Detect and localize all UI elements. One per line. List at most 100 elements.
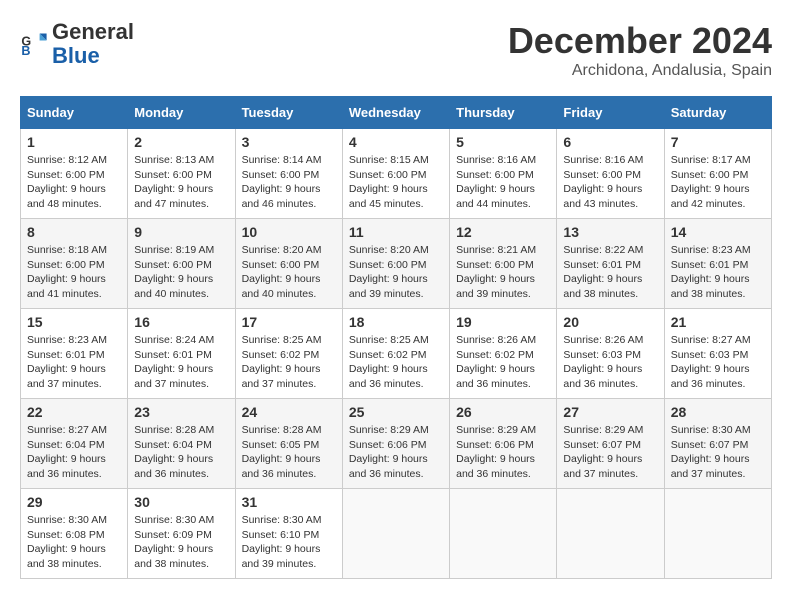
day-number: 20 [563,314,657,330]
day-number: 31 [242,494,336,510]
day-number: 19 [456,314,550,330]
day-number: 1 [27,134,121,150]
page-header: G B General Blue December 2024 Archidona… [20,20,772,80]
table-row: 17 Sunrise: 8:25 AMSunset: 6:02 PMDaylig… [235,309,342,399]
table-row: 8 Sunrise: 8:18 AMSunset: 6:00 PMDayligh… [21,219,128,309]
day-number: 26 [456,404,550,420]
table-row: 5 Sunrise: 8:16 AMSunset: 6:00 PMDayligh… [450,129,557,219]
day-detail: Sunrise: 8:30 AMSunset: 6:08 PMDaylight:… [27,513,121,572]
table-row: 3 Sunrise: 8:14 AMSunset: 6:00 PMDayligh… [235,129,342,219]
table-row [664,489,771,579]
day-detail: Sunrise: 8:20 AMSunset: 6:00 PMDaylight:… [242,243,336,302]
table-row: 30 Sunrise: 8:30 AMSunset: 6:09 PMDaylig… [128,489,235,579]
day-detail: Sunrise: 8:23 AMSunset: 6:01 PMDaylight:… [27,333,121,392]
table-row: 21 Sunrise: 8:27 AMSunset: 6:03 PMDaylig… [664,309,771,399]
table-row: 15 Sunrise: 8:23 AMSunset: 6:01 PMDaylig… [21,309,128,399]
table-row: 1 Sunrise: 8:12 AMSunset: 6:00 PMDayligh… [21,129,128,219]
svg-text:B: B [21,44,30,58]
table-row: 12 Sunrise: 8:21 AMSunset: 6:00 PMDaylig… [450,219,557,309]
table-row: 16 Sunrise: 8:24 AMSunset: 6:01 PMDaylig… [128,309,235,399]
day-detail: Sunrise: 8:30 AMSunset: 6:09 PMDaylight:… [134,513,228,572]
title-section: December 2024 Archidona, Andalusia, Spai… [508,20,772,80]
day-number: 23 [134,404,228,420]
day-detail: Sunrise: 8:26 AMSunset: 6:02 PMDaylight:… [456,333,550,392]
table-row: 7 Sunrise: 8:17 AMSunset: 6:00 PMDayligh… [664,129,771,219]
table-row: 24 Sunrise: 8:28 AMSunset: 6:05 PMDaylig… [235,399,342,489]
logo-line2: Blue [52,44,134,68]
header-friday: Friday [557,97,664,129]
day-number: 9 [134,224,228,240]
calendar-week-row: 8 Sunrise: 8:18 AMSunset: 6:00 PMDayligh… [21,219,772,309]
day-detail: Sunrise: 8:12 AMSunset: 6:00 PMDaylight:… [27,153,121,212]
day-number: 29 [27,494,121,510]
day-number: 17 [242,314,336,330]
day-detail: Sunrise: 8:29 AMSunset: 6:06 PMDaylight:… [349,423,443,482]
day-number: 4 [349,134,443,150]
calendar-header-row: Sunday Monday Tuesday Wednesday Thursday… [21,97,772,129]
table-row: 27 Sunrise: 8:29 AMSunset: 6:07 PMDaylig… [557,399,664,489]
day-number: 10 [242,224,336,240]
day-number: 18 [349,314,443,330]
calendar-table: Sunday Monday Tuesday Wednesday Thursday… [20,96,772,579]
table-row: 25 Sunrise: 8:29 AMSunset: 6:06 PMDaylig… [342,399,449,489]
table-row: 6 Sunrise: 8:16 AMSunset: 6:00 PMDayligh… [557,129,664,219]
day-detail: Sunrise: 8:29 AMSunset: 6:06 PMDaylight:… [456,423,550,482]
day-number: 6 [563,134,657,150]
table-row: 28 Sunrise: 8:30 AMSunset: 6:07 PMDaylig… [664,399,771,489]
calendar-week-row: 1 Sunrise: 8:12 AMSunset: 6:00 PMDayligh… [21,129,772,219]
day-number: 3 [242,134,336,150]
month-title: December 2024 [508,20,772,62]
logo: G B General Blue [20,20,134,68]
day-number: 27 [563,404,657,420]
day-number: 14 [671,224,765,240]
logo-line1: General [52,20,134,44]
day-number: 7 [671,134,765,150]
day-detail: Sunrise: 8:14 AMSunset: 6:00 PMDaylight:… [242,153,336,212]
day-detail: Sunrise: 8:16 AMSunset: 6:00 PMDaylight:… [563,153,657,212]
calendar-week-row: 15 Sunrise: 8:23 AMSunset: 6:01 PMDaylig… [21,309,772,399]
table-row: 4 Sunrise: 8:15 AMSunset: 6:00 PMDayligh… [342,129,449,219]
table-row: 18 Sunrise: 8:25 AMSunset: 6:02 PMDaylig… [342,309,449,399]
day-number: 16 [134,314,228,330]
day-number: 21 [671,314,765,330]
table-row: 2 Sunrise: 8:13 AMSunset: 6:00 PMDayligh… [128,129,235,219]
day-detail: Sunrise: 8:28 AMSunset: 6:05 PMDaylight:… [242,423,336,482]
day-number: 5 [456,134,550,150]
table-row: 11 Sunrise: 8:20 AMSunset: 6:00 PMDaylig… [342,219,449,309]
header-tuesday: Tuesday [235,97,342,129]
table-row: 26 Sunrise: 8:29 AMSunset: 6:06 PMDaylig… [450,399,557,489]
day-number: 2 [134,134,228,150]
day-detail: Sunrise: 8:28 AMSunset: 6:04 PMDaylight:… [134,423,228,482]
day-number: 8 [27,224,121,240]
day-detail: Sunrise: 8:27 AMSunset: 6:03 PMDaylight:… [671,333,765,392]
day-number: 25 [349,404,443,420]
table-row: 19 Sunrise: 8:26 AMSunset: 6:02 PMDaylig… [450,309,557,399]
day-detail: Sunrise: 8:21 AMSunset: 6:00 PMDaylight:… [456,243,550,302]
day-detail: Sunrise: 8:24 AMSunset: 6:01 PMDaylight:… [134,333,228,392]
day-number: 13 [563,224,657,240]
day-detail: Sunrise: 8:25 AMSunset: 6:02 PMDaylight:… [242,333,336,392]
day-detail: Sunrise: 8:30 AMSunset: 6:07 PMDaylight:… [671,423,765,482]
day-detail: Sunrise: 8:25 AMSunset: 6:02 PMDaylight:… [349,333,443,392]
table-row [342,489,449,579]
table-row [450,489,557,579]
day-detail: Sunrise: 8:26 AMSunset: 6:03 PMDaylight:… [563,333,657,392]
day-number: 28 [671,404,765,420]
table-row: 13 Sunrise: 8:22 AMSunset: 6:01 PMDaylig… [557,219,664,309]
day-detail: Sunrise: 8:29 AMSunset: 6:07 PMDaylight:… [563,423,657,482]
day-number: 11 [349,224,443,240]
table-row: 20 Sunrise: 8:26 AMSunset: 6:03 PMDaylig… [557,309,664,399]
table-row: 22 Sunrise: 8:27 AMSunset: 6:04 PMDaylig… [21,399,128,489]
day-detail: Sunrise: 8:19 AMSunset: 6:00 PMDaylight:… [134,243,228,302]
header-sunday: Sunday [21,97,128,129]
day-detail: Sunrise: 8:13 AMSunset: 6:00 PMDaylight:… [134,153,228,212]
location-subtitle: Archidona, Andalusia, Spain [508,62,772,80]
table-row: 9 Sunrise: 8:19 AMSunset: 6:00 PMDayligh… [128,219,235,309]
header-wednesday: Wednesday [342,97,449,129]
day-detail: Sunrise: 8:27 AMSunset: 6:04 PMDaylight:… [27,423,121,482]
table-row: 10 Sunrise: 8:20 AMSunset: 6:00 PMDaylig… [235,219,342,309]
day-detail: Sunrise: 8:15 AMSunset: 6:00 PMDaylight:… [349,153,443,212]
header-thursday: Thursday [450,97,557,129]
table-row: 31 Sunrise: 8:30 AMSunset: 6:10 PMDaylig… [235,489,342,579]
header-monday: Monday [128,97,235,129]
